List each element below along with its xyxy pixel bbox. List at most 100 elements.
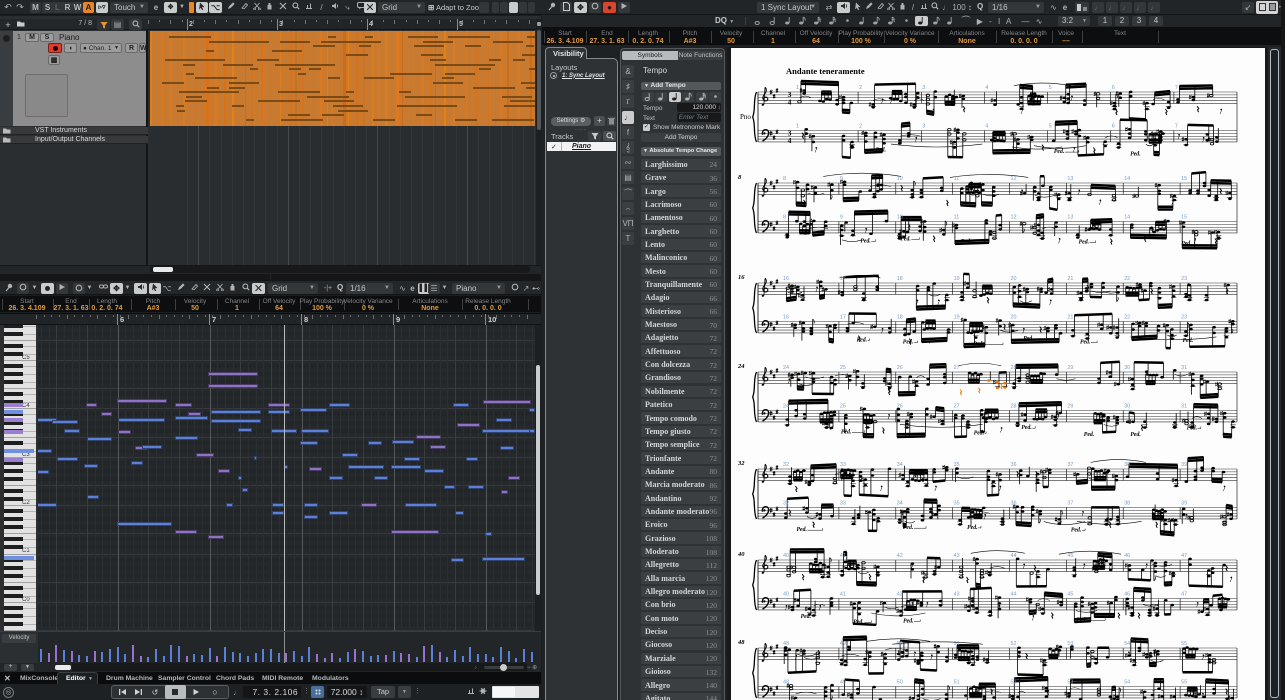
svg-text:39: 39: [1181, 500, 1187, 506]
svg-text:55: 55: [1181, 679, 1187, 685]
svg-text:32: 32: [783, 500, 789, 506]
svg-text:10: 10: [897, 214, 903, 220]
svg-text:49: 49: [840, 679, 846, 685]
svg-text:Ped.: Ped.: [1080, 340, 1090, 346]
svg-text:25: 25: [840, 403, 846, 409]
svg-text:Ped.: Ped.: [853, 620, 863, 626]
svg-text:30: 30: [1124, 365, 1130, 371]
svg-text:Ped.: Ped.: [857, 337, 867, 343]
svg-text:49: 49: [840, 641, 846, 647]
svg-text:9: 9: [840, 176, 843, 182]
svg-text:21: 21: [1067, 314, 1073, 320]
svg-text:17: 17: [840, 314, 846, 320]
svg-text:38: 38: [1124, 500, 1130, 506]
svg-text:Ped.: Ped.: [801, 614, 811, 620]
svg-text:15: 15: [1181, 176, 1187, 182]
svg-text:54: 54: [1124, 641, 1130, 647]
svg-text:Ped.: Ped.: [1021, 425, 1031, 431]
svg-text:48: 48: [737, 639, 745, 646]
svg-text:19: 19: [954, 276, 960, 282]
svg-text:Ped.: Ped.: [1130, 432, 1140, 438]
svg-text:5: 5: [1049, 123, 1052, 129]
svg-text:47: 47: [1181, 553, 1187, 559]
svg-text:Ped.: Ped.: [1187, 426, 1197, 432]
svg-text:2: 2: [859, 123, 862, 129]
svg-text:18: 18: [897, 314, 903, 320]
svg-text:4: 4: [788, 136, 792, 145]
svg-text:33: 33: [840, 462, 846, 468]
svg-text:12: 12: [1011, 214, 1017, 220]
svg-text:21: 21: [1067, 276, 1073, 282]
svg-text:Ped.: Ped.: [1183, 338, 1193, 344]
svg-text:36: 36: [1011, 500, 1017, 506]
svg-text:Ped.: Ped.: [860, 238, 870, 244]
svg-text:Ped.: Ped.: [1130, 152, 1140, 158]
svg-text:7: 7: [1175, 123, 1178, 129]
svg-text:24: 24: [783, 365, 789, 371]
svg-text:44: 44: [1011, 553, 1017, 559]
svg-text:28: 28: [1011, 403, 1017, 409]
svg-text:37: 37: [1067, 500, 1073, 506]
svg-text:Ped.: Ped.: [1079, 240, 1089, 246]
svg-text:17: 17: [840, 276, 846, 282]
svg-text:Ped.: Ped.: [797, 527, 807, 533]
svg-text:Ped.: Ped.: [973, 342, 983, 348]
svg-text:Ped.: Ped.: [967, 525, 977, 531]
svg-text:Ped.: Ped.: [841, 429, 851, 435]
svg-text:30: 30: [1124, 403, 1130, 409]
svg-text:23: 23: [1181, 314, 1187, 320]
svg-text:7: 7: [1175, 85, 1178, 91]
svg-text:14: 14: [1124, 214, 1130, 220]
svg-text:32: 32: [783, 462, 789, 468]
svg-text:Ped.: Ped.: [900, 236, 910, 242]
svg-text:52: 52: [1011, 679, 1017, 685]
svg-text:46: 46: [1124, 553, 1130, 559]
svg-text:Ped.: Ped.: [903, 525, 913, 531]
svg-text:40: 40: [737, 551, 745, 558]
svg-text:23: 23: [1181, 276, 1187, 282]
svg-text:1: 1: [796, 123, 799, 129]
svg-text:54: 54: [1124, 679, 1130, 685]
svg-text:26: 26: [897, 403, 903, 409]
svg-text:51: 51: [954, 679, 960, 685]
svg-text:25: 25: [840, 365, 846, 371]
svg-text:35: 35: [954, 462, 960, 468]
svg-text:26: 26: [897, 365, 903, 371]
svg-text:Ped.: Ped.: [1084, 432, 1094, 438]
svg-text:9: 9: [840, 214, 843, 220]
svg-text:Ped.: Ped.: [903, 619, 913, 625]
svg-text:43: 43: [954, 591, 960, 597]
svg-text:36: 36: [1011, 462, 1017, 468]
svg-text:24: 24: [737, 363, 745, 370]
svg-text:6: 6: [1112, 123, 1115, 129]
svg-text:3: 3: [922, 85, 925, 91]
svg-text:11: 11: [954, 176, 960, 182]
svg-text:4: 4: [788, 97, 792, 106]
svg-text:45: 45: [1067, 553, 1073, 559]
svg-text:41: 41: [840, 553, 846, 559]
svg-text:Ped.: Ped.: [1054, 149, 1064, 155]
svg-text:22: 22: [1124, 314, 1130, 320]
svg-text:31: 31: [1181, 365, 1187, 371]
svg-text:15: 15: [1181, 214, 1187, 220]
svg-text:2: 2: [859, 85, 862, 91]
svg-text:12: 12: [1011, 176, 1017, 182]
svg-text:8: 8: [783, 176, 786, 182]
svg-text:20: 20: [1011, 314, 1017, 320]
svg-text:Ped.: Ped.: [974, 431, 984, 437]
svg-text:44: 44: [1011, 591, 1017, 597]
svg-text:6: 6: [1112, 85, 1115, 91]
svg-text:45: 45: [1067, 591, 1073, 597]
svg-text:16: 16: [783, 276, 789, 282]
svg-text:27: 27: [954, 365, 960, 371]
svg-text:4: 4: [985, 123, 988, 129]
svg-text:43: 43: [954, 553, 960, 559]
svg-text:42: 42: [897, 591, 903, 597]
svg-text:Ped.: Ped.: [1023, 336, 1033, 342]
svg-text:31: 31: [1181, 403, 1187, 409]
svg-text:Ped.: Ped.: [1181, 241, 1191, 247]
svg-text:32: 32: [737, 460, 745, 467]
svg-text:16: 16: [783, 314, 789, 320]
svg-text:34: 34: [897, 500, 903, 506]
svg-text:53: 53: [1067, 679, 1073, 685]
